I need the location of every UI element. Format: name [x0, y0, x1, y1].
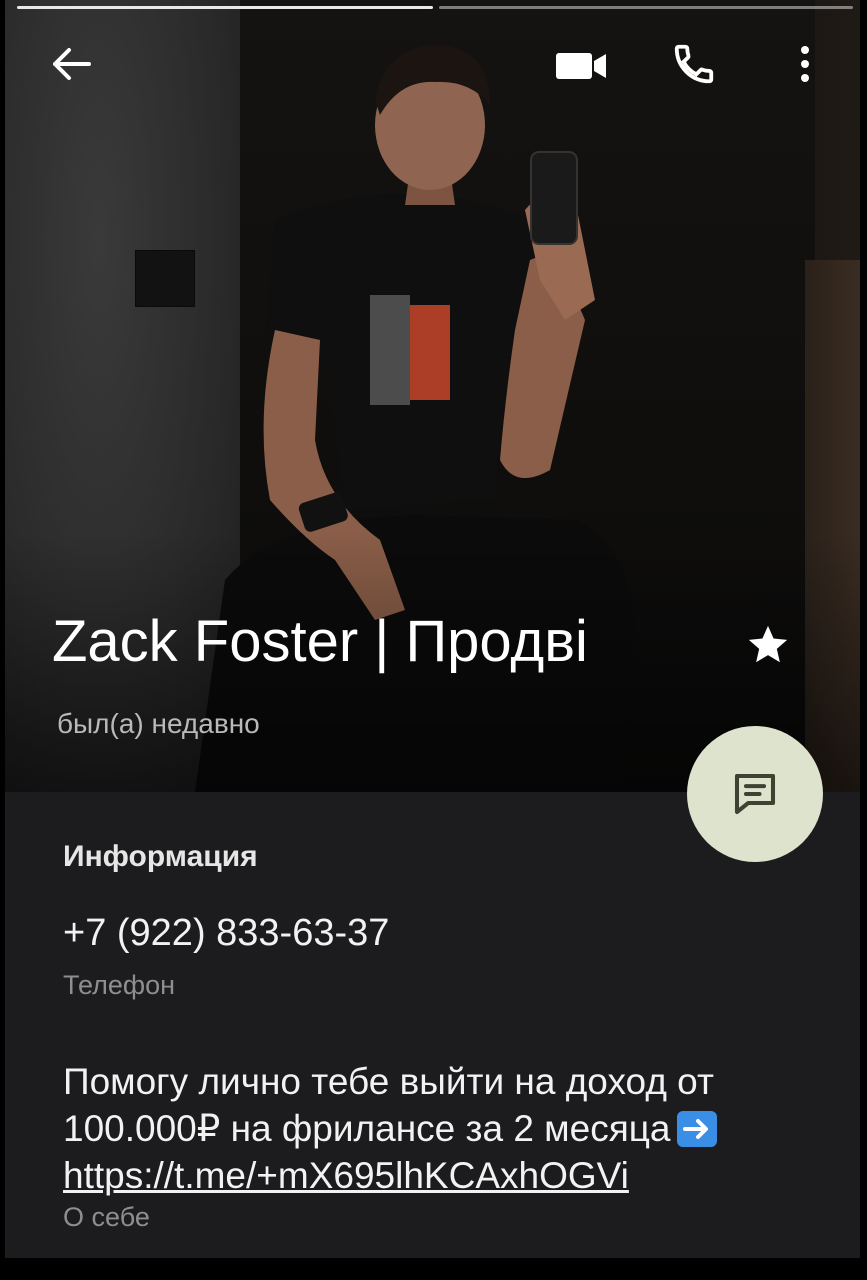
star-icon — [748, 625, 788, 663]
bio-link[interactable]: https://t.me/+mX695lhKCAxhOGVi — [63, 1155, 629, 1196]
profile-name: Zack Foster | Продві — [52, 609, 588, 674]
phone-number[interactable]: +7 (922) 833-63-37 — [63, 912, 389, 955]
story-progress-next — [439, 6, 853, 9]
bio-text: Помогу лично тебе выйти на доход от 100.… — [63, 1061, 714, 1149]
back-button[interactable] — [47, 44, 95, 84]
video-call-button[interactable] — [553, 48, 609, 84]
arrow-left-icon — [53, 48, 91, 80]
video-call-icon — [556, 53, 606, 79]
bio-label: О себе — [63, 1202, 150, 1232]
message-icon — [734, 773, 776, 815]
story-progress-active — [17, 6, 433, 9]
phone-call-icon — [674, 44, 714, 84]
profile-screen: Zack Foster | Продві был(а) недавно Инфо… — [5, 0, 860, 1258]
section-title-info: Информация — [63, 840, 258, 873]
more-vertical-icon — [801, 46, 809, 82]
phone-label: Телефон — [63, 970, 176, 1000]
last-seen-status: был(а) недавно — [57, 708, 260, 739]
send-message-button[interactable] — [687, 726, 823, 862]
bio-text-block: Помогу лично тебе выйти на доход от 100.… — [63, 1058, 823, 1199]
right-arrow-emoji — [676, 1111, 717, 1147]
more-options-button[interactable] — [790, 40, 820, 88]
voice-call-button[interactable] — [668, 40, 720, 88]
